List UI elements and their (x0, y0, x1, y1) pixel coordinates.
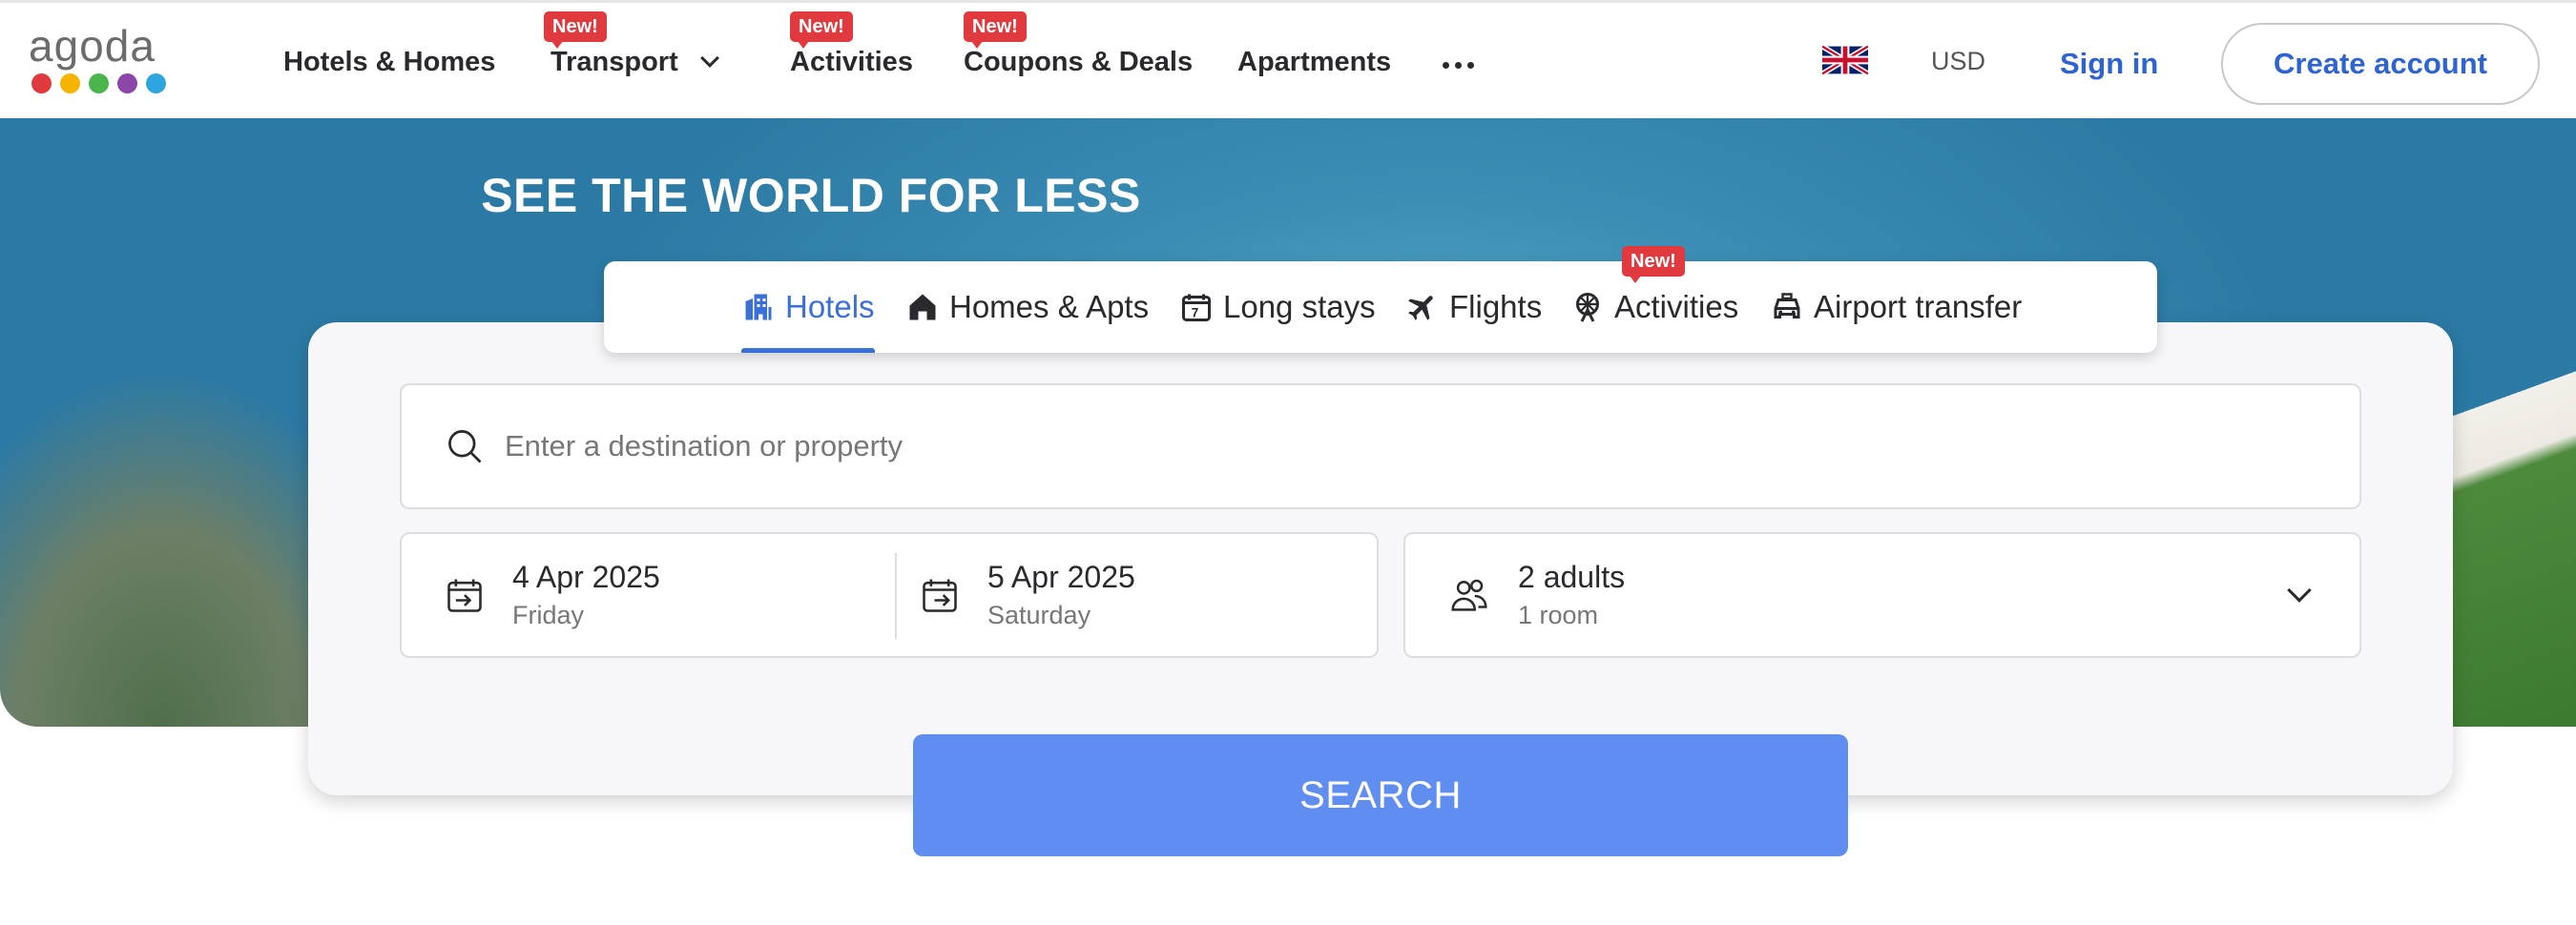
tab-flights[interactable]: Flights (1405, 261, 1542, 353)
tab-long-stays[interactable]: 7 Long stays (1179, 261, 1376, 353)
rooms-value: 1 room (1518, 601, 1599, 629)
calendar-7-icon: 7 (1182, 294, 1211, 321)
people-icon (1451, 579, 1487, 611)
tab-airport-transfer[interactable]: Airport transfer (1770, 261, 2022, 353)
logo-dots (31, 73, 172, 93)
destination-field[interactable] (400, 383, 2361, 509)
checkout-date[interactable]: 5 Apr 2025 Saturday (919, 534, 1135, 656)
chevron-down-icon (699, 49, 719, 68)
currency-selector[interactable]: USD (1931, 47, 1985, 76)
product-tabs: Hotels Homes & Apts 7 Long stays Flights… (604, 261, 2157, 353)
checkin-date-value: 4 Apr 2025 (512, 560, 660, 594)
hotel-icon (745, 294, 772, 320)
new-badge-coupons: New! (964, 11, 1027, 49)
ellipsis-dot (1443, 62, 1449, 69)
calendar-checkin-icon (447, 579, 482, 612)
tab-flights-label: Flights (1449, 289, 1543, 324)
search-button[interactable]: SEARCH (913, 734, 1848, 856)
logo-dot (146, 73, 166, 93)
new-badge-activities: New! (790, 11, 853, 49)
chevron-down-icon (2287, 578, 2312, 603)
date-divider (895, 553, 897, 639)
guests-value: 2 adults (1518, 560, 1626, 594)
home-icon (909, 294, 936, 320)
hero-title-text: SEE THE WORLD FOR LESS (481, 169, 1141, 222)
nav-activities-label: Activities (790, 47, 913, 77)
uk-flag-icon[interactable] (1822, 43, 1868, 77)
tab-hotels-label: Hotels (785, 289, 875, 324)
new-badge-transport: New! (544, 11, 607, 49)
sign-in-link[interactable]: Sign in (2060, 47, 2158, 81)
guests-rooms-field[interactable]: 2 adults 1 room (1403, 532, 2361, 658)
ellipsis-dot (1467, 62, 1474, 69)
agoda-logo[interactable]: agoda (29, 24, 172, 100)
nav-apartments-label: Apartments (1237, 47, 1392, 77)
date-range-field: 4 Apr 2025 Friday 5 Apr 2025 Saturday (400, 532, 1379, 658)
car-icon (1774, 293, 1800, 319)
tab-hotels[interactable]: Hotels (741, 261, 875, 353)
logo-dot (117, 73, 137, 93)
logo-dot (89, 73, 109, 93)
nav-hotels-homes[interactable]: Hotels & Homes (283, 46, 495, 78)
nav-hotels-homes-label: Hotels & Homes (283, 47, 496, 77)
calendar-checkout-icon (923, 579, 957, 612)
logo-dot (31, 73, 52, 93)
svg-text:7: 7 (1192, 306, 1199, 320)
nav-activities[interactable]: Activities (790, 46, 913, 78)
tab-airport-transfer-label: Airport transfer (1814, 289, 2023, 324)
create-account-button[interactable]: Create account (2221, 23, 2540, 105)
hero-title: SEE THE WORLD FOR LESS (0, 168, 2576, 223)
tab-homes-apts-label: Homes & Apts (949, 289, 1150, 324)
tab-activities-label: Activities (1614, 289, 1739, 324)
logo-dot (60, 73, 80, 93)
search-panel: 4 Apr 2025 Friday 5 Apr 2025 Saturday (308, 322, 2453, 795)
nav-coupons-deals-label: Coupons & Deals (964, 47, 1194, 77)
nav-transport-label: Transport (551, 47, 678, 77)
tab-homes-apts[interactable]: Homes & Apts (905, 261, 1149, 353)
new-badge-activities-tab: New! (1622, 246, 1685, 283)
ellipsis-icon[interactable] (1443, 62, 1474, 69)
tab-long-stays-label: Long stays (1223, 289, 1376, 324)
checkin-date[interactable]: 4 Apr 2025 Friday (444, 534, 660, 656)
search-icon (448, 430, 482, 463)
nav-coupons-deals[interactable]: Coupons & Deals (964, 46, 1193, 78)
destination-input[interactable] (505, 429, 2222, 463)
checkin-day: Friday (512, 601, 585, 629)
checkout-date-value: 5 Apr 2025 (987, 560, 1135, 594)
checkout-day: Saturday (987, 601, 1091, 629)
ellipsis-dot (1455, 62, 1462, 69)
ferris-wheel-icon (1576, 293, 1599, 322)
nav-transport[interactable]: Transport (551, 46, 719, 78)
plane-icon (1408, 296, 1433, 320)
nav-apartments[interactable]: Apartments (1237, 46, 1391, 78)
top-navigation-bar: agoda Hotels & Homes New! Transport New!… (0, 0, 2576, 118)
logo-wordmark: agoda (29, 21, 156, 71)
